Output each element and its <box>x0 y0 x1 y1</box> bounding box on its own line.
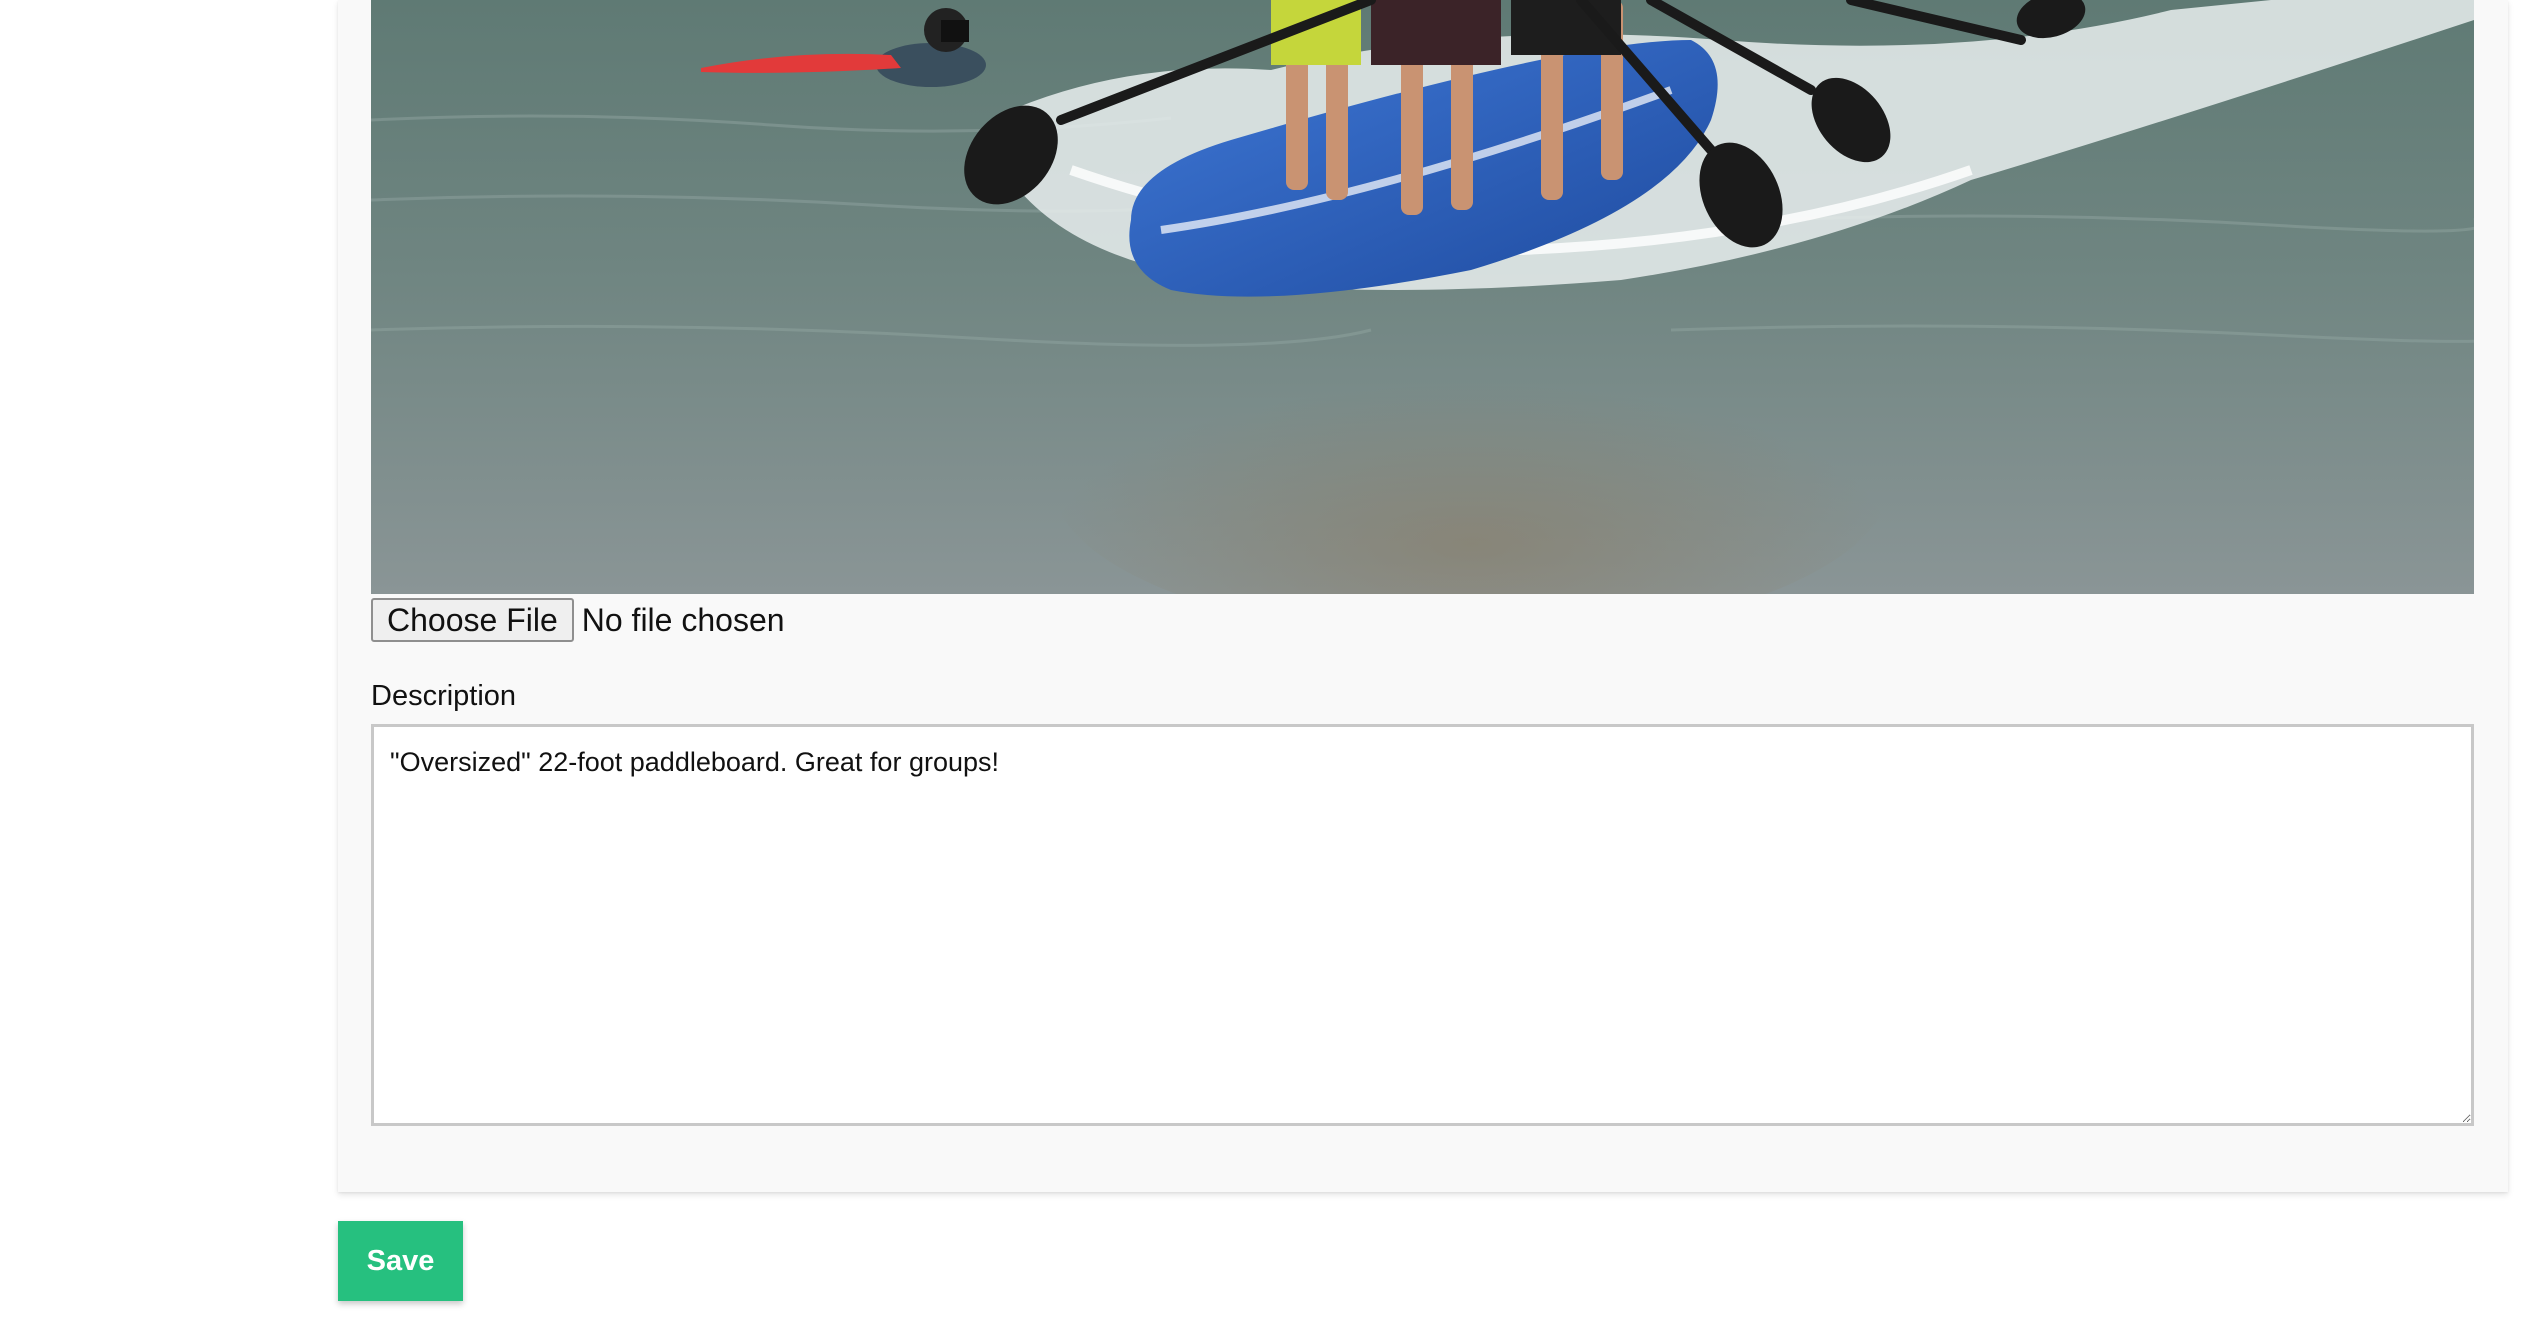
paddleboard-photo-image <box>371 0 2474 594</box>
description-textarea[interactable]: "Oversized" 22-foot paddleboard. Great f… <box>371 724 2474 1126</box>
description-label: Description <box>371 680 517 712</box>
file-status-text: No file chosen <box>581 601 785 638</box>
listing-edit-card: Choose File No file chosen Description "… <box>338 0 2508 1192</box>
page: Choose File No file chosen Description "… <box>0 0 2545 1322</box>
choose-file-button[interactable]: Choose File <box>371 598 574 642</box>
listing-photo <box>371 0 2474 594</box>
save-button[interactable]: Save <box>338 1221 463 1301</box>
file-upload-row: Choose File No file chosen <box>371 597 785 643</box>
